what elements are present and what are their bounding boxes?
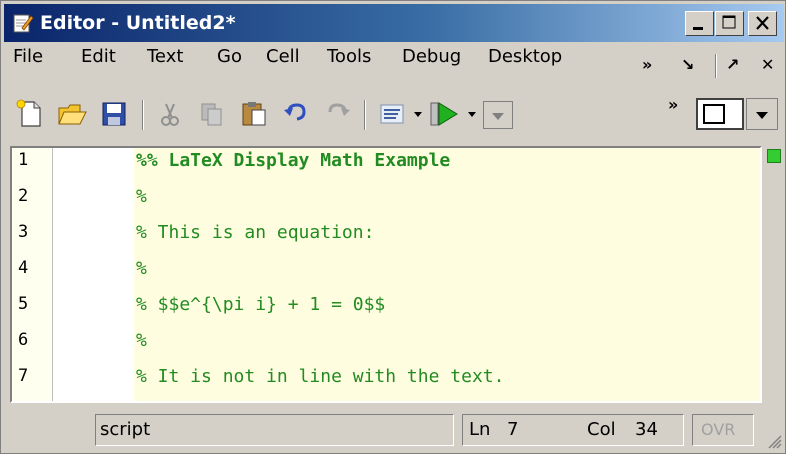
square-icon [703,104,725,124]
cut-button[interactable] [154,98,186,130]
close-window-button[interactable] [748,11,777,36]
copy-icon [201,103,222,126]
redo-icon [328,103,350,116]
window-title: Editor - Untitled2* [40,12,236,34]
cut-icon [161,103,179,126]
menu-text[interactable]: Text [147,46,183,84]
minimize-button[interactable] [685,11,714,36]
menu-edit[interactable]: Edit [81,46,116,84]
mode-label: script [100,419,151,440]
undock-button[interactable]: ↘ [681,54,694,76]
line-number: 4 [18,258,29,278]
code-line[interactable]: % [136,330,147,366]
save-button[interactable] [98,98,130,130]
line-number: 5 [18,294,29,314]
cell-mode-dropdown[interactable] [746,98,778,130]
close-icon [756,16,769,30]
code-line[interactable]: %% LaTeX Display Math Example [136,150,450,186]
menu-debug[interactable]: Debug [402,46,461,84]
editor-app-icon [12,12,34,34]
chevron-down-icon [492,113,504,120]
line-number: 6 [18,330,29,350]
chevron-down-icon [756,112,768,119]
col-label: Col [587,419,616,440]
mode-panel: script [95,414,454,446]
code-line[interactable]: % $$e^{\pi i} + 1 = 0$$ [136,294,385,330]
line-number-gutter: 1 2 3 4 5 6 7 [12,148,53,401]
maximize-icon [722,15,736,29]
save-icon [102,102,126,126]
code-line[interactable]: % [136,186,147,222]
ovr-label: OVR [701,420,736,439]
stack-combo-button[interactable] [483,101,513,129]
copy-button[interactable] [196,98,228,130]
paste-button[interactable] [238,98,270,130]
col-value: 34 [635,419,658,440]
menu-bar: File Edit Text Go Cell Tools Debug Deskt… [4,46,784,84]
new-file-button[interactable] [14,98,46,130]
toolbar-separator [364,100,366,130]
toolbar-separator [142,100,144,130]
title-bar[interactable]: Editor - Untitled2* [4,4,784,42]
toolbar: » [4,88,784,140]
analysis-margin [764,146,784,403]
editor-window: Editor - Untitled2* File Edit Text Go Ce… [0,0,786,454]
menu-desktop[interactable]: Desktop [488,46,562,84]
undo-icon [284,103,306,121]
maximize-button[interactable] [715,11,744,36]
line-number: 2 [18,186,29,206]
line-number: 3 [18,222,29,242]
undo-button[interactable] [280,98,312,130]
fold-margin[interactable] [53,148,134,401]
code-editor[interactable]: 1 2 3 4 5 6 7 %% LaTeX Display Math Exam… [10,146,762,403]
open-button[interactable] [56,98,88,130]
status-bar: script Ln 7 Col 34 OVR [4,409,784,451]
code-line[interactable]: % [136,258,147,294]
comment-icon [380,104,404,124]
line-number: 1 [18,150,29,170]
run-icon [430,102,458,126]
minimize-icon [693,27,703,30]
menu-file[interactable]: File [13,46,43,84]
run-button[interactable] [428,98,460,130]
ln-label: Ln [469,419,491,440]
run-dropdown-arrow[interactable] [465,106,479,120]
dock-button[interactable]: ↗ [726,54,739,76]
comment-dropdown-arrow[interactable] [411,106,425,120]
code-line[interactable]: % It is not in line with the text. [136,366,504,401]
comment-button[interactable] [376,98,408,130]
chevron-down-icon [468,112,476,117]
menu-tools[interactable]: Tools [327,46,371,84]
code-analyzer-indicator[interactable] [767,149,781,163]
open-folder-icon [58,104,87,125]
cell-mode-box[interactable] [696,98,744,130]
chevron-down-icon [414,112,422,117]
new-file-icon [16,99,41,127]
menu-go[interactable]: Go [217,46,242,84]
menu-overflow-button[interactable]: » [642,54,652,76]
close-document-button[interactable]: ✕ [761,54,774,76]
menu-separator [715,54,717,78]
line-number: 7 [18,366,29,386]
code-line[interactable]: % This is an equation: [136,222,374,258]
toolbar-overflow-button[interactable]: » [668,94,678,116]
redo-button[interactable] [322,98,354,130]
paste-icon [242,102,266,126]
ln-value: 7 [507,419,519,440]
menu-cell[interactable]: Cell [266,46,300,84]
ovr-panel: OVR [692,414,754,446]
resize-grip-icon[interactable] [764,431,782,449]
position-panel: Ln 7 Col 34 [462,414,684,446]
